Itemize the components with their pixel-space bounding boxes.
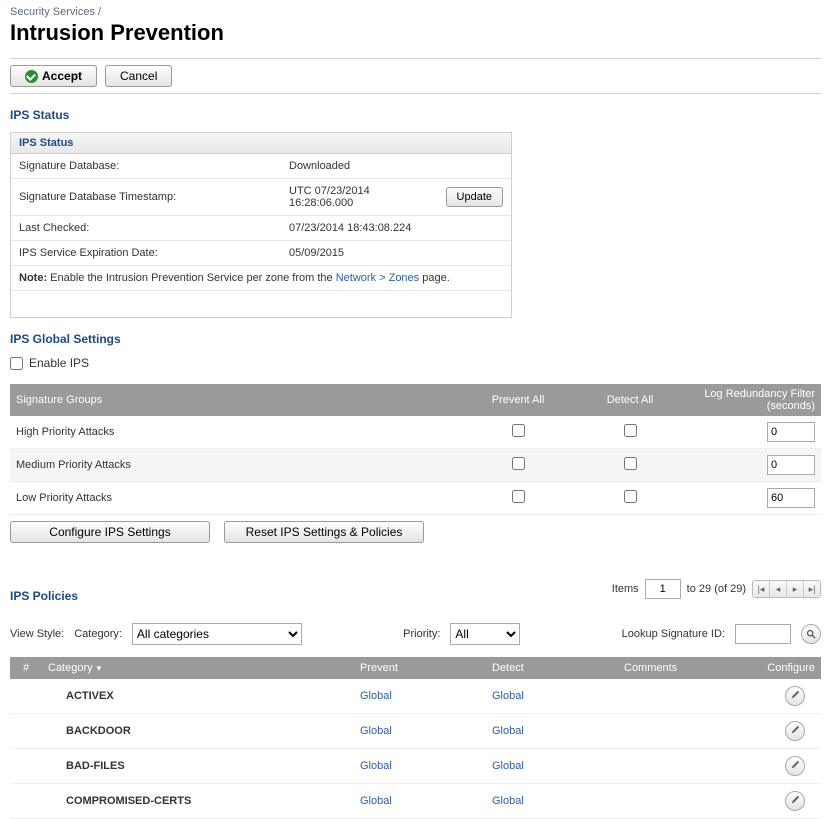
priority-select[interactable]: All xyxy=(450,623,520,645)
sig-group-name: Low Priority Attacks xyxy=(10,482,462,515)
policy-category: BAD-FILES xyxy=(42,749,354,784)
configure-button[interactable] xyxy=(785,686,805,706)
col-sig-groups: Signature Groups xyxy=(10,384,462,416)
check-icon xyxy=(25,70,38,83)
global-settings-heading: IPS Global Settings xyxy=(10,332,821,346)
policy-category: COMPROMISED-CERTS xyxy=(42,784,354,819)
accept-label: Accept xyxy=(42,69,82,83)
detect-link[interactable]: Global xyxy=(492,690,524,702)
lookup-input[interactable] xyxy=(735,624,791,644)
col-comments: Comments xyxy=(618,657,749,679)
items-range: to 29 (of 29) xyxy=(687,583,746,595)
col-category[interactable]: Category▾ xyxy=(42,657,354,679)
search-icon xyxy=(806,629,816,639)
toolbar: Accept Cancel xyxy=(10,58,821,94)
ips-status-panel-title: IPS Status xyxy=(11,133,511,154)
last-checked-label: Last Checked: xyxy=(19,222,289,234)
ips-status-heading: IPS Status xyxy=(10,108,821,122)
policy-row: BACKDOOR Global Global xyxy=(10,714,821,749)
pager-next-icon[interactable]: ▸ xyxy=(786,581,803,597)
breadcrumb: Security Services / xyxy=(10,6,821,18)
policy-category: ACTIVEX xyxy=(42,679,354,714)
note-row: Note: Enable the Intrusion Prevention Se… xyxy=(11,266,511,291)
sig-group-name: High Priority Attacks xyxy=(10,416,462,449)
network-zones-link[interactable]: Network > Zones xyxy=(336,272,419,284)
detect-link[interactable]: Global xyxy=(492,725,524,737)
pager-prev-icon[interactable]: ◂ xyxy=(769,581,786,597)
configure-ips-button[interactable]: Configure IPS Settings xyxy=(10,521,210,543)
page-title: Intrusion Prevention xyxy=(10,20,821,46)
configure-button[interactable] xyxy=(785,791,805,811)
sig-ts-value: UTC 07/23/2014 16:28:06.000 xyxy=(289,185,436,209)
col-prevent-all: Prevent All xyxy=(462,384,574,416)
prevent-all-checkbox[interactable] xyxy=(512,424,525,437)
log-filter-input[interactable] xyxy=(767,422,815,442)
reset-ips-button[interactable]: Reset IPS Settings & Policies xyxy=(224,521,424,543)
log-filter-input[interactable] xyxy=(767,488,815,508)
prevent-link[interactable]: Global xyxy=(360,725,392,737)
lookup-label: Lookup Signature ID: xyxy=(622,628,725,640)
accept-button[interactable]: Accept xyxy=(10,65,97,87)
sig-ts-label: Signature Database Timestamp: xyxy=(19,191,289,203)
sort-desc-icon: ▾ xyxy=(97,663,102,673)
pager-first-icon[interactable]: |◂ xyxy=(753,581,769,597)
pencil-icon xyxy=(791,760,800,772)
update-button[interactable]: Update xyxy=(446,187,503,207)
col-configure: Configure xyxy=(749,657,821,679)
last-checked-value: 07/23/2014 18:43:08.224 xyxy=(289,222,503,234)
note-suffix: page. xyxy=(419,272,450,284)
items-label: Items xyxy=(612,583,639,595)
pencil-icon xyxy=(791,725,800,737)
policy-row: BAD-FILES Global Global xyxy=(10,749,821,784)
policy-row: ACTIVEX Global Global xyxy=(10,679,821,714)
prevent-all-checkbox[interactable] xyxy=(512,457,525,470)
policy-category: BACKDOOR xyxy=(42,714,354,749)
cancel-button[interactable]: Cancel xyxy=(105,65,172,87)
note-text: Enable the Intrusion Prevention Service … xyxy=(47,272,336,284)
cancel-label: Cancel xyxy=(120,69,157,83)
policy-row: COMPROMISED-CERTS Global Global xyxy=(10,784,821,819)
sig-db-label: Signature Database: xyxy=(19,160,289,172)
prevent-link[interactable]: Global xyxy=(360,795,392,807)
pager: |◂ ◂ ▸ ▸| xyxy=(752,580,821,598)
priority-label: Priority: xyxy=(403,628,440,640)
expire-value: 05/09/2015 xyxy=(289,247,503,259)
pencil-icon xyxy=(791,690,800,702)
configure-button[interactable] xyxy=(785,721,805,741)
enable-ips-checkbox[interactable] xyxy=(10,357,23,370)
items-input[interactable] xyxy=(645,579,681,599)
policies-table: # Category▾ Prevent Detect Comments Conf… xyxy=(10,657,821,819)
expire-label: IPS Service Expiration Date: xyxy=(19,247,289,259)
col-log-filter: Log Redundancy Filter (seconds) xyxy=(686,384,821,416)
ips-status-panel: IPS Status Signature Database: Downloade… xyxy=(10,132,512,318)
enable-ips-label: Enable IPS xyxy=(29,356,89,370)
signature-groups-table: Signature Groups Prevent All Detect All … xyxy=(10,384,821,515)
col-detect-all: Detect All xyxy=(574,384,686,416)
configure-button[interactable] xyxy=(785,756,805,776)
category-select[interactable]: All categories xyxy=(132,623,302,645)
col-detect: Detect xyxy=(486,657,618,679)
col-prevent: Prevent xyxy=(354,657,486,679)
note-prefix: Note: xyxy=(19,272,47,284)
col-num: # xyxy=(10,657,42,679)
log-filter-input[interactable] xyxy=(767,455,815,475)
prevent-link[interactable]: Global xyxy=(360,690,392,702)
prevent-all-checkbox[interactable] xyxy=(512,490,525,503)
sig-db-value: Downloaded xyxy=(289,160,503,172)
lookup-search-button[interactable] xyxy=(801,624,821,644)
pager-last-icon[interactable]: ▸| xyxy=(803,581,820,597)
detect-all-checkbox[interactable] xyxy=(624,424,637,437)
detect-link[interactable]: Global xyxy=(492,795,524,807)
view-style-label: View Style: xyxy=(10,628,64,640)
detect-all-checkbox[interactable] xyxy=(624,457,637,470)
detect-all-checkbox[interactable] xyxy=(624,490,637,503)
prevent-link[interactable]: Global xyxy=(360,760,392,772)
category-label: Category: xyxy=(74,628,122,640)
detect-link[interactable]: Global xyxy=(492,760,524,772)
pencil-icon xyxy=(791,795,800,807)
sig-group-name: Medium Priority Attacks xyxy=(10,449,462,482)
